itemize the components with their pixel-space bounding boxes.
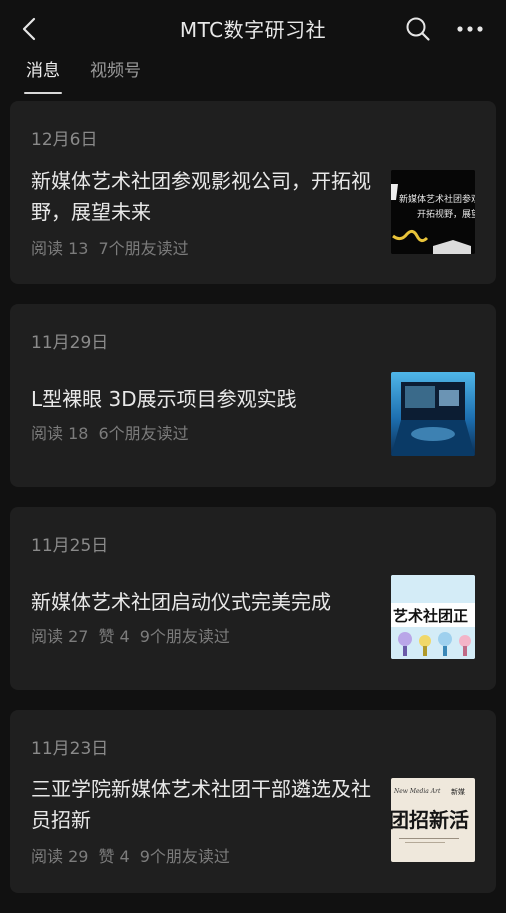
tab-messages[interactable]: 消息 bbox=[24, 56, 62, 94]
thumbnail-caption: New Media Art bbox=[394, 788, 441, 795]
article-thumbnail: 新媒体艺术社团参观 开拓视野，展望 bbox=[391, 170, 475, 254]
article-thumbnail: 艺术社团正 bbox=[391, 575, 475, 659]
top-bar: MTC数字研习社 消息 视频号 bbox=[0, 0, 506, 94]
article-feed: 12月6日 新媒体艺术社团参观影视公司，开拓视野，展望未来 阅读 13 7个朋友读… bbox=[10, 101, 496, 913]
article-meta: 阅读 18 6个朋友读过 bbox=[31, 420, 199, 444]
friends-read: 7个朋友读过 bbox=[98, 239, 189, 258]
thumbnail-caption: 开拓视野，展望 bbox=[417, 210, 475, 220]
article-title: L型裸眼 3D展示项目参观实践 bbox=[31, 387, 297, 411]
article-date: 12月6日 bbox=[31, 130, 98, 150]
tab-label: 视频号 bbox=[90, 61, 141, 81]
thumbnail-caption: 团招新活 bbox=[391, 808, 469, 832]
thumbnail-caption: 新媒 bbox=[451, 788, 465, 796]
article-date: 11月25日 bbox=[31, 536, 109, 556]
article-date: 11月23日 bbox=[31, 739, 109, 759]
article-title: 新媒体艺术社团启动仪式完美完成 bbox=[31, 590, 331, 614]
read-count: 阅读 27 bbox=[31, 627, 89, 646]
search-button[interactable] bbox=[404, 15, 432, 43]
tab-label: 消息 bbox=[26, 61, 60, 81]
thumbnail-caption: 新媒体艺术社团参观 bbox=[399, 195, 475, 205]
article-card[interactable]: 11月25日 新媒体艺术社团启动仪式完美完成 阅读 27 赞 4 9个朋友读过 艺术… bbox=[10, 507, 496, 690]
article-meta: 阅读 29 赞 4 9个朋友读过 bbox=[31, 843, 240, 867]
article-card[interactable]: 11月29日 L型裸眼 3D展示项目参观实践 阅读 18 6个朋友读过 bbox=[10, 304, 496, 487]
article-date: 11月29日 bbox=[31, 333, 109, 353]
article-card[interactable]: 11月23日 三亚学院新媒体艺术社团干部遴选及社员招新 阅读 29 赞 4 9个朋友… bbox=[10, 710, 496, 893]
tab-bar: 消息 视频号 bbox=[24, 56, 169, 94]
friends-read: 9个朋友读过 bbox=[139, 847, 230, 866]
article-thumbnail: New Media Art 新媒 团招新活 bbox=[391, 778, 475, 862]
tab-active-indicator bbox=[24, 92, 62, 94]
read-count: 阅读 18 bbox=[31, 424, 89, 443]
friends-read: 6个朋友读过 bbox=[98, 424, 189, 443]
article-thumbnail bbox=[391, 372, 475, 456]
like-count: 赞 4 bbox=[98, 847, 130, 866]
search-icon bbox=[406, 17, 430, 41]
read-count: 阅读 29 bbox=[31, 847, 89, 866]
like-count: 赞 4 bbox=[98, 627, 130, 646]
article-meta: 阅读 27 赞 4 9个朋友读过 bbox=[31, 623, 240, 647]
friends-read: 9个朋友读过 bbox=[139, 627, 230, 646]
thumbnail-caption: 艺术社团正 bbox=[393, 607, 469, 625]
more-button[interactable] bbox=[454, 15, 486, 43]
tab-channels[interactable]: 视频号 bbox=[88, 56, 143, 88]
thumbnail-divider bbox=[405, 842, 445, 843]
read-count: 阅读 13 bbox=[31, 239, 89, 258]
article-title: 三亚学院新媒体艺术社团干部遴选及社员招新 bbox=[31, 777, 371, 832]
article-meta: 阅读 13 7个朋友读过 bbox=[31, 235, 199, 259]
thumbnail-divider bbox=[399, 838, 459, 839]
article-card[interactable]: 12月6日 新媒体艺术社团参观影视公司，开拓视野，展望未来 阅读 13 7个朋友读… bbox=[10, 101, 496, 284]
more-dots-icon bbox=[457, 26, 483, 32]
article-title: 新媒体艺术社团参观影视公司，开拓视野，展望未来 bbox=[31, 169, 371, 224]
